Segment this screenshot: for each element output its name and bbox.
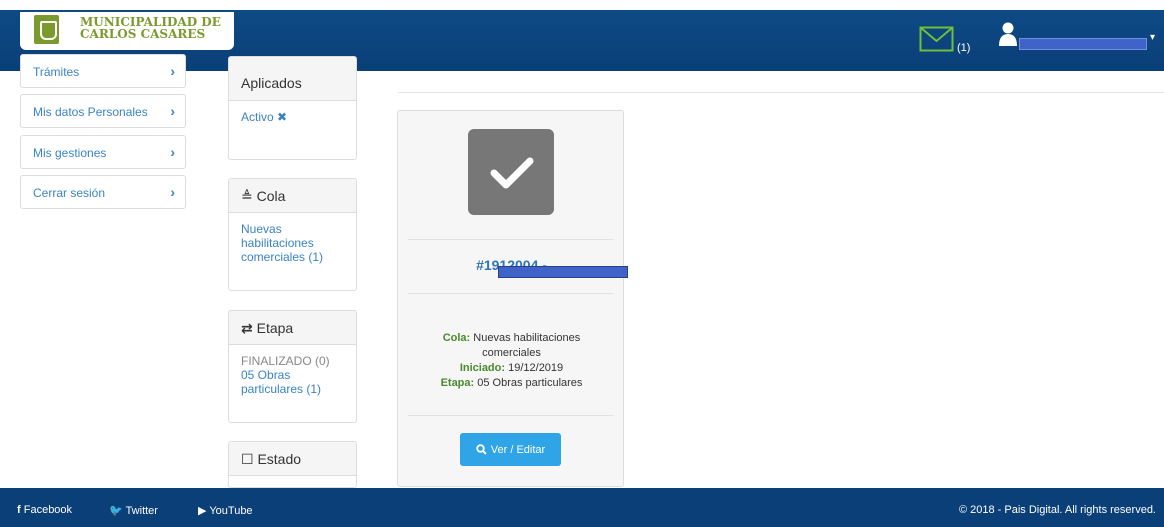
sidebar-item-cerrar-sesion[interactable]: Cerrar sesión › (20, 175, 186, 209)
retweet-icon: ⇄ (241, 320, 253, 336)
square-icon: ☐ (241, 451, 254, 467)
user-icon[interactable] (999, 22, 1017, 46)
filter-active-tag[interactable]: Activo ✖ (241, 110, 287, 124)
check-icon (468, 129, 554, 215)
copyright-icon: © (958, 504, 968, 516)
municipality-logo[interactable]: MUNICIPALIDAD DE CARLOS CASARES (20, 12, 234, 50)
remove-filter-icon: ✖ (277, 110, 288, 124)
twitter-link[interactable]: 🐦 Twitter (109, 504, 158, 517)
chevron-right-icon: › (170, 184, 175, 200)
twitter-icon: 🐦 (109, 505, 123, 517)
sidebar-item-mis-gestiones[interactable]: Mis gestiones › (20, 135, 186, 169)
filter-option-finalizado: FINALIZADO (0) (241, 354, 330, 368)
filter-option-cola[interactable]: Nuevas habilitaciones comerciales (1) (241, 222, 323, 264)
panel-heading: ☐ Estado (229, 442, 356, 476)
youtube-icon: ▶ (198, 505, 207, 517)
filter-panel-etapa: ⇄ Etapa FINALIZADO (0) 05 Obras particul… (228, 310, 357, 423)
panel-heading: Aplicados (229, 57, 356, 101)
filter-panel-aplicados: Aplicados Activo ✖ (228, 56, 357, 160)
copyright-text: © 2018 - Pais Digital. All rights reserv… (958, 504, 1156, 516)
chevron-right-icon: › (170, 144, 175, 160)
logo-text: MUNICIPALIDAD DE CARLOS CASARES (80, 15, 221, 41)
panel-heading: ≜ Cola (229, 179, 356, 213)
facebook-link[interactable]: f Facebook (17, 504, 72, 516)
envelope-icon[interactable] (919, 26, 954, 52)
user-menu-caret-icon[interactable]: ▾ (1150, 32, 1155, 43)
youtube-link[interactable]: ▶ YouTube (198, 504, 253, 517)
crest-icon (34, 15, 59, 44)
chevron-right-icon: › (170, 103, 175, 119)
filter-panel-cola: ≜ Cola Nuevas habilitaciones comerciales… (228, 178, 357, 291)
panel-heading: ⇄ Etapa (229, 311, 356, 345)
search-icon (476, 444, 487, 455)
tramite-card: #1912004 - Cola: Nuevas habilitaciones c… (397, 110, 628, 487)
divider (408, 239, 613, 240)
chevron-right-icon: › (170, 63, 175, 79)
redacted-block (498, 266, 628, 278)
tramite-info: Cola: Nuevas habilitaciones comerciales … (440, 332, 583, 389)
footer: f Facebook 🐦 Twitter ▶ YouTube © 2018 - … (0, 488, 1164, 527)
top-spacer (0, 0, 1164, 10)
filter-option-etapa[interactable]: 05 Obras particulares (1) (241, 368, 344, 396)
queue-icon: ≜ (241, 188, 253, 204)
divider (398, 92, 1164, 93)
messages-count: (1) (957, 42, 971, 54)
facebook-icon: f (17, 504, 21, 516)
filter-panel-estado: ☐ Estado (228, 441, 357, 488)
sidebar-item-mis-datos[interactable]: Mis datos Personales › (20, 94, 186, 128)
ver-editar-button[interactable]: Ver / Editar (460, 433, 561, 466)
sidebar-item-tramites[interactable]: Trámites › (20, 54, 186, 88)
user-name-redacted[interactable] (1019, 38, 1147, 50)
divider (408, 415, 613, 416)
divider (408, 293, 613, 294)
